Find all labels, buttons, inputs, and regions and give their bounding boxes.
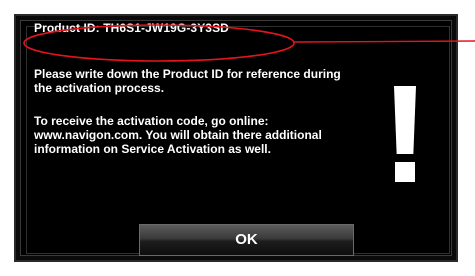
product-id-label: Product ID: TH6S1-JW19G-3Y3SD — [34, 21, 229, 35]
instruction-text: Please write down the Product ID for ref… — [34, 67, 341, 95]
ok-button[interactable]: OK — [139, 224, 354, 256]
exclamation-mark-icon — [394, 86, 416, 182]
exclamation-bar — [394, 86, 416, 154]
exclamation-dot — [395, 162, 415, 182]
activation-info-text: To receive the activation code, go onlin… — [34, 114, 322, 156]
screenshot-stage: Product ID: TH6S1-JW19G-3Y3SD Please wri… — [0, 0, 475, 276]
